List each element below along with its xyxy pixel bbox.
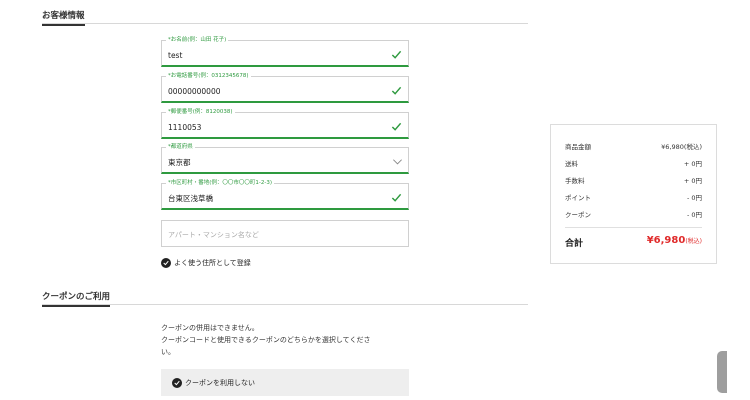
total-label: 合計 <box>565 239 584 249</box>
coupon-text-line: い。 <box>161 348 175 356</box>
address-field-label: *市区町村・番地(例：〇〇市〇〇町1-2-3) <box>166 180 275 187</box>
building-field-placeholder: アパート・マンション名など <box>168 231 259 239</box>
name-field-label: *お名前(例：山田 花子) <box>166 37 229 44</box>
summary-row-value: ¥6,980(税込) <box>661 143 702 151</box>
check-icon <box>391 193 402 202</box>
summary-total: 合計 ¥6,980(税込) <box>565 235 702 249</box>
checked-circle-icon <box>172 378 182 388</box>
checked-circle-icon <box>161 257 171 268</box>
summary-row: ポイント - 0円 <box>565 193 702 203</box>
summary-row: 送料 + 0円 <box>565 159 702 169</box>
prefecture-label: *都道府県 <box>166 144 195 151</box>
coupon-description: クーポンの併用はできません。 クーポンコードと使用できるクーポンのどちらかを選択… <box>161 322 411 358</box>
building-field[interactable]: アパート・マンション名など <box>161 220 409 247</box>
prefecture-value: 東京都 <box>168 158 191 167</box>
summary-row-value: + 0円 <box>683 177 702 185</box>
summary-row: 商品金額 ¥6,980(税込) <box>565 142 702 152</box>
summary-divider <box>565 227 702 228</box>
name-field[interactable]: *お名前(例：山田 花子) test <box>161 37 409 67</box>
check-icon <box>391 50 402 59</box>
summary-row-label: ポイント <box>565 194 591 202</box>
check-icon <box>391 122 402 131</box>
customer-info-title: お客様情報 <box>42 10 85 26</box>
coupon-text-line: クーポンコードと使用できるクーポンのどちらかを選択してくださ <box>161 336 371 344</box>
prefecture-select[interactable]: *都道府県 東京都 <box>161 144 409 174</box>
summary-row-label: 送料 <box>565 160 578 168</box>
coupon-header: クーポンのご利用 <box>42 291 528 307</box>
postal-code-field[interactable]: *郵便番号(例：8120038) 1110053 <box>161 109 409 139</box>
address-field-value: 台東区浅草橋 <box>168 194 213 203</box>
postal-code-label: *郵便番号(例：8120038) <box>166 109 235 116</box>
summary-row-value: - 0円 <box>686 194 702 202</box>
order-summary: 商品金額 ¥6,980(税込) 送料 + 0円 手数料 + 0円 ポイント - … <box>550 124 717 264</box>
chevron-down-icon <box>393 159 402 165</box>
summary-row: クーポン - 0円 <box>565 210 702 220</box>
total-tax-note: (税込) <box>685 238 702 245</box>
postal-code-value: 1110053 <box>168 123 202 132</box>
summary-row: 手数料 + 0円 <box>565 176 702 186</box>
phone-field-value: 00000000000 <box>168 87 221 96</box>
customer-info-header: お客様情報 <box>42 10 528 26</box>
name-field-value: test <box>168 51 183 60</box>
coupon-option-box: クーポンを利用しない <box>161 369 409 396</box>
address-field[interactable]: *市区町村・番地(例：〇〇市〇〇町1-2-3) 台東区浅草橋 <box>161 180 409 210</box>
phone-field-label: *お電話番号(例：0312345678) <box>166 73 251 80</box>
summary-row-label: クーポン <box>565 211 591 219</box>
register-address-checkbox[interactable]: よく使う住所として登録 <box>161 257 251 268</box>
no-coupon-option[interactable]: クーポンを利用しない <box>172 378 255 388</box>
check-icon <box>391 86 402 95</box>
no-coupon-label: クーポンを利用しない <box>185 379 255 387</box>
summary-row-label: 手数料 <box>565 177 585 185</box>
coupon-text-line: クーポンの併用はできません。 <box>161 324 259 332</box>
coupon-title: クーポンのご利用 <box>42 291 111 307</box>
scroll-to-top-handle[interactable] <box>717 351 727 393</box>
summary-row-label: 商品金額 <box>565 143 591 151</box>
total-value: ¥6,980(税込) <box>647 235 702 246</box>
total-amount: ¥6,980 <box>646 235 686 246</box>
phone-field[interactable]: *お電話番号(例：0312345678) 00000000000 <box>161 73 409 103</box>
summary-row-value: + 0円 <box>683 160 702 168</box>
summary-row-value: - 0円 <box>686 211 702 219</box>
register-address-label: よく使う住所として登録 <box>174 258 251 267</box>
